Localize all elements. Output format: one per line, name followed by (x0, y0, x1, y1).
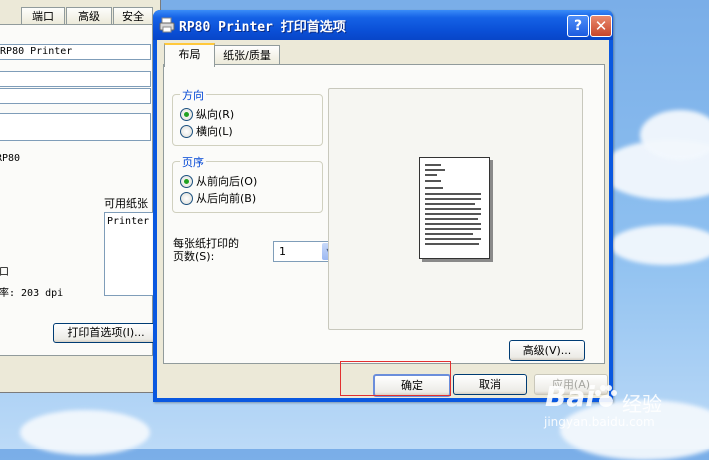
front-to-back-radio[interactable] (180, 174, 193, 188)
location-field[interactable] (0, 71, 151, 87)
layout-preview (328, 88, 583, 330)
printing-preferences-button[interactable]: 打印首选项(I)... (53, 323, 159, 343)
tab-ports[interactable]: 端口 (21, 7, 65, 25)
close-icon[interactable]: ✕ (590, 15, 612, 37)
portrait-radio[interactable] (180, 107, 193, 121)
watermark-brand: Bai (545, 380, 595, 413)
landscape-radio[interactable] (180, 124, 193, 138)
dialog-title: RP80 Printer 打印首选项 (179, 20, 346, 35)
cancel-button[interactable]: 取消 (453, 374, 527, 395)
tab-advanced[interactable]: 高级 (66, 7, 112, 25)
text-line (425, 198, 481, 200)
paper-list-item[interactable]: Printer (107, 216, 149, 227)
text-line (425, 223, 481, 225)
page-order-title: 页序 (180, 154, 206, 170)
printer-name-field[interactable]: RP80 Printer (0, 44, 151, 60)
orientation-landscape-option[interactable]: 横向(L) (180, 123, 233, 138)
text-line (425, 203, 475, 205)
printer-properties-window: 端口 高级 安全 RP80 Printer RP80 可用纸张 Printer … (0, 0, 161, 393)
back-to-front-option[interactable]: 从后向前(B) (180, 190, 256, 205)
watermark-url: jingyan.baidu.com (544, 415, 655, 429)
pages-per-sheet-value: 1 (279, 245, 286, 258)
cloud (20, 410, 150, 455)
tab-paper-quality[interactable]: 纸张/质量 (214, 45, 280, 65)
text-line (425, 193, 481, 195)
text-line (425, 228, 481, 230)
model-value: RP80 (0, 153, 21, 164)
text-line (425, 169, 445, 171)
text-line (425, 180, 441, 182)
layout-panel: 方向 纵向(R) 横向(L) 页序 从前向后(O) 从后向前(B) 每张纸打印的 (163, 64, 605, 364)
available-paper-list[interactable]: Printer (104, 212, 154, 296)
printing-preferences-dialog: RP80 Printer 打印首选项 ? ✕ 布局 纸张/质量 方向 纵向(R)… (153, 10, 613, 402)
help-icon[interactable]: ? (567, 15, 589, 37)
pages-per-sheet-label-line2: 页数(S): (173, 250, 215, 263)
front-to-back-label[interactable]: 从前向后(O) (196, 175, 257, 188)
available-paper-label: 可用纸张 (104, 197, 148, 210)
text-line (425, 213, 481, 215)
orientation-title: 方向 (180, 87, 206, 103)
text-line (425, 174, 437, 176)
feature-text: 口 (0, 267, 9, 278)
resolution-text: 率: 203 dpi (0, 288, 64, 299)
text-line (425, 238, 481, 240)
title-bar[interactable]: RP80 Printer 打印首选项 ? ✕ (153, 10, 613, 40)
front-to-back-option[interactable]: 从前向后(O) (180, 173, 257, 188)
printer-name-value: RP80 Printer (0, 46, 73, 57)
page-preview-image (419, 157, 490, 259)
paw-icon (595, 385, 617, 407)
comment-field[interactable] (0, 88, 151, 104)
orientation-group: 方向 纵向(R) 横向(L) (172, 87, 323, 146)
comment-area[interactable] (0, 113, 151, 141)
highlight-box (340, 361, 451, 396)
text-line (425, 164, 441, 166)
properties-panel: RP80 Printer RP80 可用纸张 Printer 口 率: 203 … (0, 24, 159, 356)
watermark-suffix: 经验 (622, 392, 662, 416)
dialog-body: 布局 纸张/质量 方向 纵向(R) 横向(L) 页序 从前向后(O) 从后向前(… (157, 40, 609, 398)
advanced-button[interactable]: 高级(V)... (509, 340, 585, 361)
pages-per-sheet-label: 每张纸打印的 页数(S): (173, 237, 239, 263)
text-line (425, 218, 478, 220)
text-line (425, 208, 481, 210)
text-line (425, 233, 473, 235)
text-line (425, 187, 443, 189)
tab-security[interactable]: 安全 (113, 7, 153, 25)
portrait-label[interactable]: 纵向(R) (196, 108, 234, 121)
pages-per-sheet-label-line1: 每张纸打印的 (173, 237, 239, 250)
back-to-front-label[interactable]: 从后向前(B) (196, 192, 256, 205)
tab-layout[interactable]: 布局 (164, 43, 215, 67)
back-to-front-radio[interactable] (180, 191, 193, 205)
printer-icon (159, 17, 175, 33)
landscape-label[interactable]: 横向(L) (196, 125, 233, 138)
text-line (425, 243, 479, 245)
orientation-portrait-option[interactable]: 纵向(R) (180, 106, 234, 121)
cloud (610, 225, 709, 265)
page-order-group: 页序 从前向后(O) 从后向前(B) (172, 154, 323, 213)
